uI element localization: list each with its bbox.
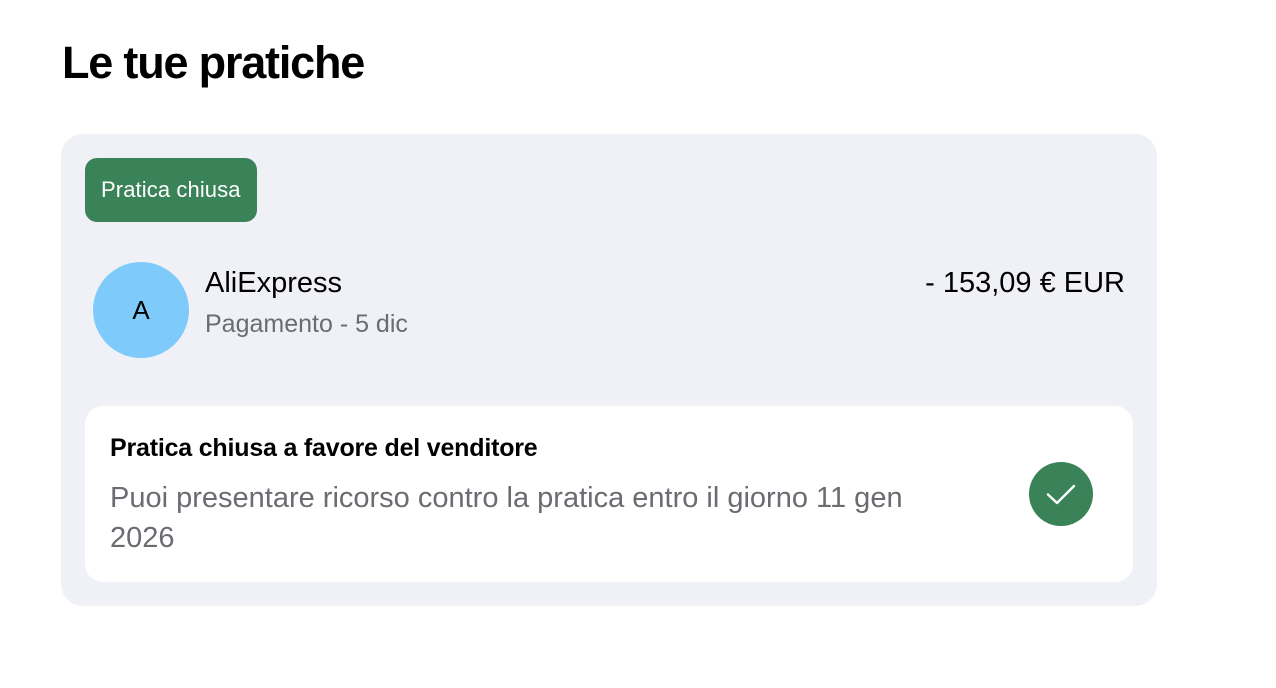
- case-card[interactable]: Pratica chiusa A AliExpress Pagamento - …: [61, 134, 1157, 606]
- outcome-description: Puoi presentare ricorso contro la pratic…: [110, 482, 903, 554]
- transaction-meta: Pagamento - 5 dic: [205, 310, 408, 338]
- status-badge: Pratica chiusa: [85, 158, 257, 222]
- outcome-panel[interactable]: Pratica chiusa a favore del venditore Pu…: [85, 406, 1133, 582]
- check-icon: [1029, 462, 1093, 526]
- page-title: Le tue pratiche: [62, 37, 365, 88]
- transaction-amount: - 153,09 € EUR: [925, 267, 1125, 299]
- check-mark-glyph: [1046, 484, 1076, 505]
- avatar: A: [93, 262, 189, 358]
- outcome-title: Pratica chiusa a favore del venditore: [110, 434, 538, 462]
- transaction-row[interactable]: A AliExpress Pagamento - 5 dic - 153,09 …: [93, 262, 1125, 358]
- merchant-name: AliExpress: [205, 267, 342, 299]
